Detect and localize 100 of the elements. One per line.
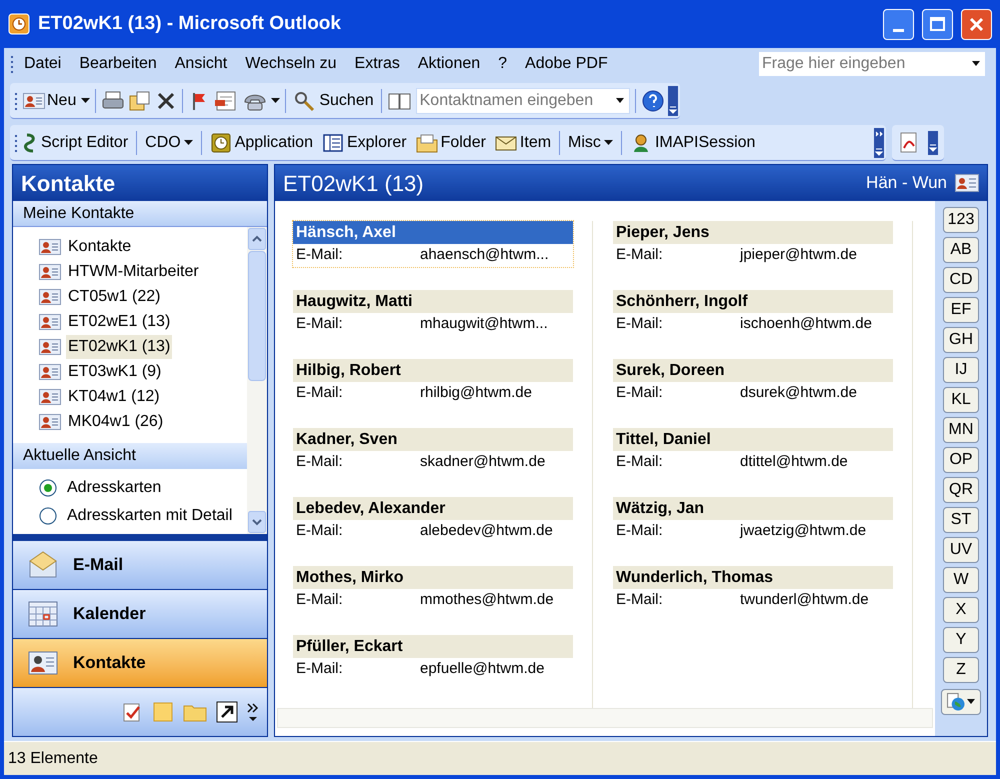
- menu-item[interactable]: Aktionen: [410, 50, 488, 78]
- letter-tab[interactable]: EF: [943, 297, 979, 323]
- menu-item[interactable]: Wechseln zu: [237, 50, 345, 78]
- contact-folder-icon: [39, 388, 63, 406]
- scroll-down-icon[interactable]: [248, 511, 266, 533]
- nav-button[interactable]: E-Mail: [13, 541, 267, 590]
- contact-card-icon: [23, 92, 45, 110]
- letter-tab[interactable]: 123: [943, 207, 979, 233]
- task-icon[interactable]: [121, 701, 143, 723]
- contact-folder-icon: [39, 263, 63, 281]
- letter-tab[interactable]: Z: [943, 657, 979, 683]
- menu-item[interactable]: Extras: [346, 50, 408, 78]
- address-card[interactable]: Wunderlich, Thomas E-Mail: twunderl@htwm.de: [613, 566, 893, 612]
- toolbar-button[interactable]: Item: [492, 130, 554, 154]
- toolbar-options-icon[interactable]: [874, 128, 884, 158]
- contact-name-field[interactable]: Kontaktnamen eingeben: [416, 88, 630, 114]
- toolbar-button[interactable]: Explorer: [318, 130, 410, 154]
- help-icon[interactable]: [640, 88, 665, 112]
- horizontal-scrollbar[interactable]: [277, 708, 933, 728]
- maximize-button[interactable]: [922, 8, 953, 40]
- letter-tab[interactable]: UV: [943, 537, 979, 563]
- field-label: E-Mail:: [296, 314, 344, 334]
- print-icon[interactable]: [101, 90, 126, 112]
- menu-item[interactable]: Adobe PDF: [517, 50, 616, 78]
- menu-button[interactable]: CDO: [142, 130, 196, 154]
- letter-tab[interactable]: Y: [943, 627, 979, 653]
- menu-button[interactable]: Misc: [565, 130, 616, 154]
- letter-tab[interactable]: GH: [943, 327, 979, 353]
- address-card[interactable]: Pfüller, Eckart E-Mail: epfuelle@htwm.de: [293, 635, 573, 681]
- address-card[interactable]: Mothes, Mirko E-Mail: mmothes@htwm.de: [293, 566, 573, 612]
- menu-item[interactable]: ?: [490, 50, 516, 78]
- field-label: E-Mail:: [296, 383, 344, 404]
- chevron-icon[interactable]: [247, 701, 259, 723]
- toolbar-button[interactable]: Script Editor: [21, 130, 132, 154]
- toolbar-button[interactable]: Application: [206, 130, 316, 154]
- contact-folder-icon: [39, 238, 63, 256]
- email-address: ahaensch@htwm...: [420, 245, 549, 266]
- status-text: 13 Elemente: [8, 748, 98, 768]
- view-title: ET02wK1 (13): [283, 170, 425, 198]
- letter-tab[interactable]: AB: [943, 237, 979, 263]
- address-card[interactable]: Tittel, Daniel E-Mail: dtittel@htwm.de: [613, 428, 893, 474]
- scrollbar-thumb[interactable]: [248, 251, 266, 381]
- address-card[interactable]: Wätzig, Jan E-Mail: jwaetzig@htwm.de: [613, 497, 893, 543]
- shortcut-icon[interactable]: [216, 701, 238, 723]
- minimize-button[interactable]: [883, 8, 914, 40]
- scroll-up-icon[interactable]: [248, 228, 266, 250]
- address-card[interactable]: Kadner, Sven E-Mail: skadner@htwm.de: [293, 428, 573, 474]
- toolbar-button[interactable]: IMAPISession: [626, 130, 758, 154]
- letter-tab[interactable]: MN: [943, 417, 979, 443]
- toolbar-button[interactable]: Folder: [412, 130, 489, 154]
- folder-item[interactable]: ET02wE1 (13): [66, 310, 172, 334]
- field-label: E-Mail:: [296, 590, 344, 610]
- contact-name: Tittel, Daniel: [613, 428, 893, 451]
- email-address: ischoenh@htwm.de: [740, 314, 872, 334]
- toolbar-options-icon[interactable]: [928, 130, 938, 154]
- language-button[interactable]: [941, 689, 981, 715]
- letter-tab[interactable]: QR: [943, 477, 979, 503]
- menu-item[interactable]: Ansicht: [166, 50, 236, 78]
- toolbar-grip-icon[interactable]: [14, 132, 18, 152]
- letter-tab[interactable]: OP: [943, 447, 979, 473]
- letter-tab[interactable]: ST: [943, 507, 979, 533]
- vertical-scrollbar[interactable]: [247, 227, 267, 534]
- radio-button[interactable]: [39, 507, 57, 525]
- field-label: E-Mail:: [616, 383, 664, 404]
- folder-item[interactable]: ET03wK1 (9): [66, 360, 164, 384]
- letter-tab[interactable]: KL: [943, 387, 979, 413]
- address-card[interactable]: Haugwitz, Matti E-Mail: mhaugwit@htwm...: [293, 290, 573, 336]
- folder-item[interactable]: HTWM-Mitarbeiter: [66, 260, 201, 284]
- letter-tab[interactable]: CD: [943, 267, 979, 293]
- dropdown-arrow-icon[interactable]: [271, 98, 280, 104]
- folder-item[interactable]: ET02wK1 (13): [66, 335, 172, 359]
- nav-button[interactable]: Kontakte: [13, 639, 267, 688]
- address-card[interactable]: Surek, Doreen E-Mail: dsurek@htwm.de: [613, 359, 893, 405]
- email-address: jwaetzig@htwm.de: [740, 521, 866, 542]
- new-button[interactable]: Neu: [21, 88, 78, 112]
- range-label: Hän - Wun: [866, 172, 947, 194]
- help-field[interactable]: Frage hier eingeben: [758, 51, 986, 77]
- folder-item[interactable]: KT04w1 (12): [66, 385, 162, 409]
- address-card[interactable]: Hänsch, Axel E-Mail: ahaensch@htwm...: [293, 221, 573, 267]
- letter-tab[interactable]: IJ: [943, 357, 979, 383]
- address-card[interactable]: Lebedev, Alexander E-Mail: alebedev@htwm.de: [293, 497, 573, 543]
- toolbar-options-icon[interactable]: [668, 86, 678, 116]
- dropdown-arrow-icon[interactable]: [81, 98, 90, 104]
- contact-name: Schönherr, Ingolf: [613, 290, 893, 313]
- menu-item[interactable]: Datei: [16, 50, 70, 78]
- close-button[interactable]: [961, 8, 992, 40]
- menu-item[interactable]: Bearbeiten: [71, 50, 165, 78]
- address-card[interactable]: Hilbig, Robert E-Mail: rhilbig@htwm.de: [293, 359, 573, 405]
- toolbar-grip-icon[interactable]: [10, 54, 14, 74]
- folder-item[interactable]: Kontakte: [66, 235, 134, 259]
- address-card[interactable]: Schönherr, Ingolf E-Mail: ischoenh@htwm.de: [613, 290, 893, 336]
- toolbar-grip-icon[interactable]: [14, 90, 18, 110]
- letter-tab[interactable]: W: [943, 567, 979, 593]
- folder-item[interactable]: MK04w1 (26): [66, 410, 166, 434]
- letter-tab[interactable]: X: [943, 597, 979, 623]
- folder-item[interactable]: CT05w1 (22): [66, 285, 162, 309]
- radio-button[interactable]: [39, 479, 57, 497]
- find-button[interactable]: Suchen: [291, 88, 376, 112]
- nav-button[interactable]: Kalender: [13, 590, 267, 639]
- address-card[interactable]: Pieper, Jens E-Mail: jpieper@htwm.de: [613, 221, 893, 267]
